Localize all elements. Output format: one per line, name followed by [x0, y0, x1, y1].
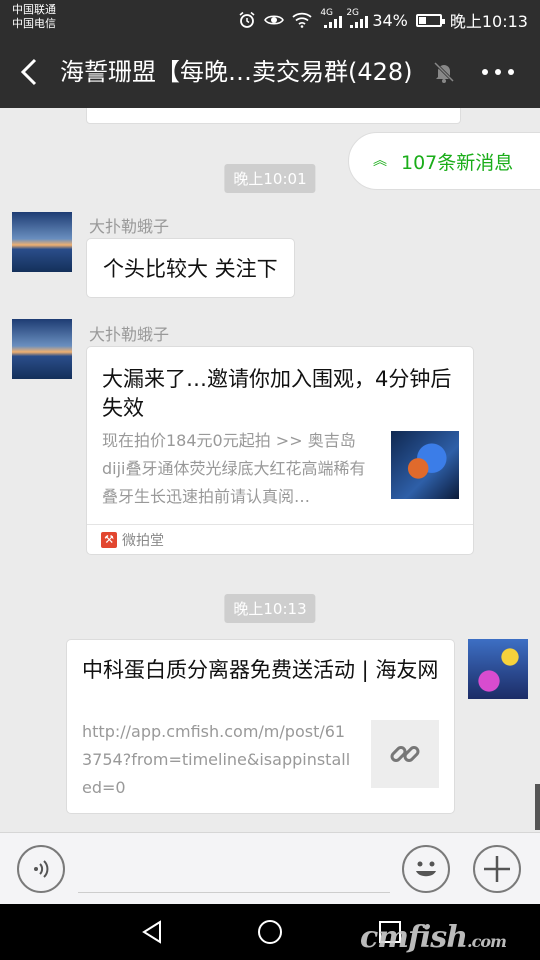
message-input[interactable] [78, 849, 390, 893]
scrollbar-thumb[interactable] [535, 784, 540, 830]
alarm-icon [239, 11, 255, 28]
my-avatar[interactable] [468, 639, 528, 699]
link-share-card[interactable]: 中科蛋白质分离器免费送活动 | 海友网 http://app.cmfish.co… [66, 639, 455, 814]
smiley-icon [416, 861, 436, 877]
timestamp: 晚上10:13 [224, 594, 316, 623]
card-description: 现在拍价184元0元起拍 >> 奥吉岛diji叠牙通体荧光绿底大红花高端稀有叠牙… [102, 431, 366, 506]
status-bar: 中国联通 中国电信 4G 2G 34% 晚上10:13 [0, 0, 540, 36]
nav-home-icon[interactable] [256, 918, 284, 946]
more-functions-button[interactable] [473, 845, 521, 893]
clock: 晚上10:13 [449, 12, 528, 31]
nav-back-icon[interactable] [138, 918, 166, 946]
watermark-text: cmfish [360, 920, 468, 955]
emoji-button[interactable] [402, 845, 450, 893]
battery-icon [415, 13, 445, 27]
timestamp: 晚上10:01 [224, 164, 316, 193]
status-icons: 4G 2G 34% 晚上10:13 [238, 8, 528, 32]
wifi-icon [292, 12, 312, 28]
card-title: 大漏来了…邀请你加入围观，4分钟后失效 [102, 367, 452, 420]
battery-percent: 34% [372, 10, 408, 30]
carrier-2: 中国电信 [12, 17, 56, 30]
signal-4g-icon: 4G [320, 8, 343, 28]
double-chevron-up-icon: ︽ [373, 153, 387, 169]
avatar[interactable] [12, 319, 72, 379]
plus-icon [484, 856, 510, 882]
card-source-label: 微拍堂 [122, 532, 164, 549]
voice-icon [34, 860, 49, 878]
new-messages-label: 107条新消息 [401, 151, 514, 174]
link-icon [390, 746, 420, 762]
sender-name: 大扑勒蛾子 [89, 217, 170, 236]
card-thumbnail [391, 431, 459, 499]
back-arrow-icon[interactable] [14, 56, 44, 88]
carrier-info: 中国联通 中国电信 [12, 3, 56, 31]
auction-share-card[interactable]: 大漏来了…邀请你加入围观，4分钟后失效 现在拍价184元0元起拍 >> 奥吉岛d… [86, 346, 474, 555]
chat-area[interactable]: ︽ 107条新消息 晚上10:01 大扑勒蛾子 个头比较大 关注下 大扑勒蛾子 … [0, 108, 540, 832]
input-bar [0, 832, 540, 904]
text-message-bubble[interactable]: 个头比较大 关注下 [86, 238, 295, 298]
hammer-icon: ⚒ [101, 531, 117, 548]
sender-name: 大扑勒蛾子 [89, 325, 170, 344]
avatar[interactable] [12, 212, 72, 272]
eye-icon [264, 15, 285, 25]
watermark-suffix: .com [467, 932, 507, 951]
signal-2g-icon: 2G [346, 8, 369, 28]
system-nav-bar: cmfish.com [0, 904, 540, 960]
message-text: 个头比较大 关注下 [103, 257, 278, 281]
link-title: 中科蛋白质分离器免费送活动 | 海友网 [82, 658, 439, 682]
voice-input-button[interactable] [17, 845, 65, 893]
watermark-logo: cmfish.com [360, 920, 507, 955]
link-url: http://app.cmfish.com/m/post/613754?from… [82, 722, 351, 797]
battery-fill [418, 16, 427, 24]
carrier-1: 中国联通 [12, 3, 56, 16]
link-thumbnail [371, 720, 439, 788]
chat-header: 海誓珊盟【每晚…卖交易群(428) [0, 36, 540, 108]
chat-title: 海誓珊盟【每晚…卖交易群(428) [60, 58, 413, 86]
previous-message-card[interactable] [86, 108, 461, 124]
mute-bell-icon [433, 61, 455, 83]
more-options-button[interactable] [482, 62, 514, 82]
new-messages-button[interactable]: ︽ 107条新消息 [348, 132, 540, 190]
card-source: ⚒ 微拍堂 [87, 524, 473, 554]
